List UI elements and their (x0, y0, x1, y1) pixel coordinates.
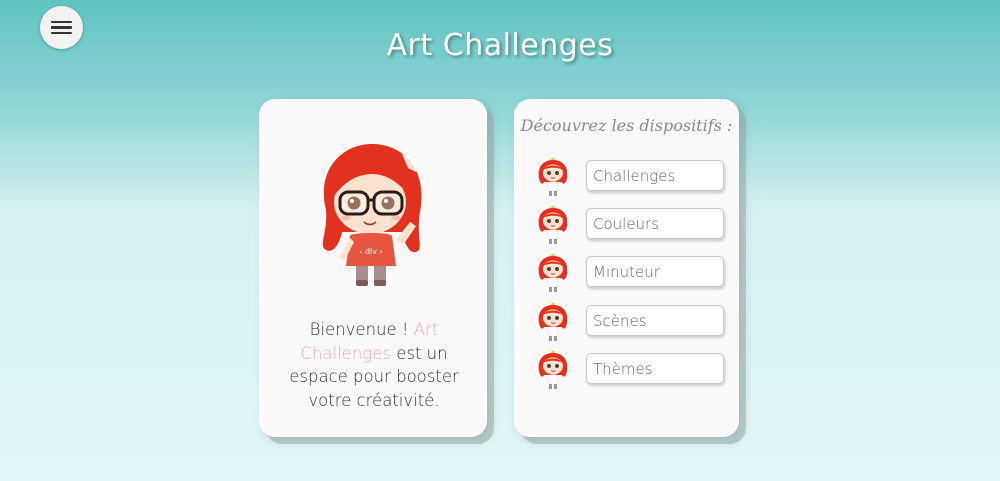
mascot-mini-icon (534, 301, 572, 343)
mascot-mini-icon (534, 204, 572, 246)
hamburger-menu-icon (51, 20, 72, 24)
minuteur-button[interactable]: Minuteur (586, 256, 724, 287)
welcome-text: Bienvenue ! Art Challenges est un espace… (289, 320, 459, 410)
page-title: Art Challenges (386, 28, 614, 63)
mascot-girl-illustration: ‹ div › (322, 144, 422, 286)
mascot-mini-icon (534, 156, 572, 198)
device-item-scenes: Scènes (534, 305, 726, 339)
scenes-button[interactable]: Scènes (586, 305, 724, 336)
challenges-button[interactable]: Challenges (586, 160, 724, 191)
mascot-mini-icon (534, 349, 572, 391)
device-item-minuteur: Minuteur (534, 256, 726, 290)
themes-button[interactable]: Thèmes (586, 353, 724, 384)
device-item-challenges: Challenges (534, 160, 726, 194)
device-item-themes: Thèmes (534, 353, 726, 387)
couleurs-button[interactable]: Couleurs (586, 208, 724, 239)
device-item-couleurs: Couleurs (534, 208, 726, 242)
devices-heading: Découvrez les dispositifs : (520, 116, 733, 135)
mascot-mini-icon (534, 252, 572, 294)
svg-text:‹ div ›: ‹ div › (359, 247, 383, 256)
